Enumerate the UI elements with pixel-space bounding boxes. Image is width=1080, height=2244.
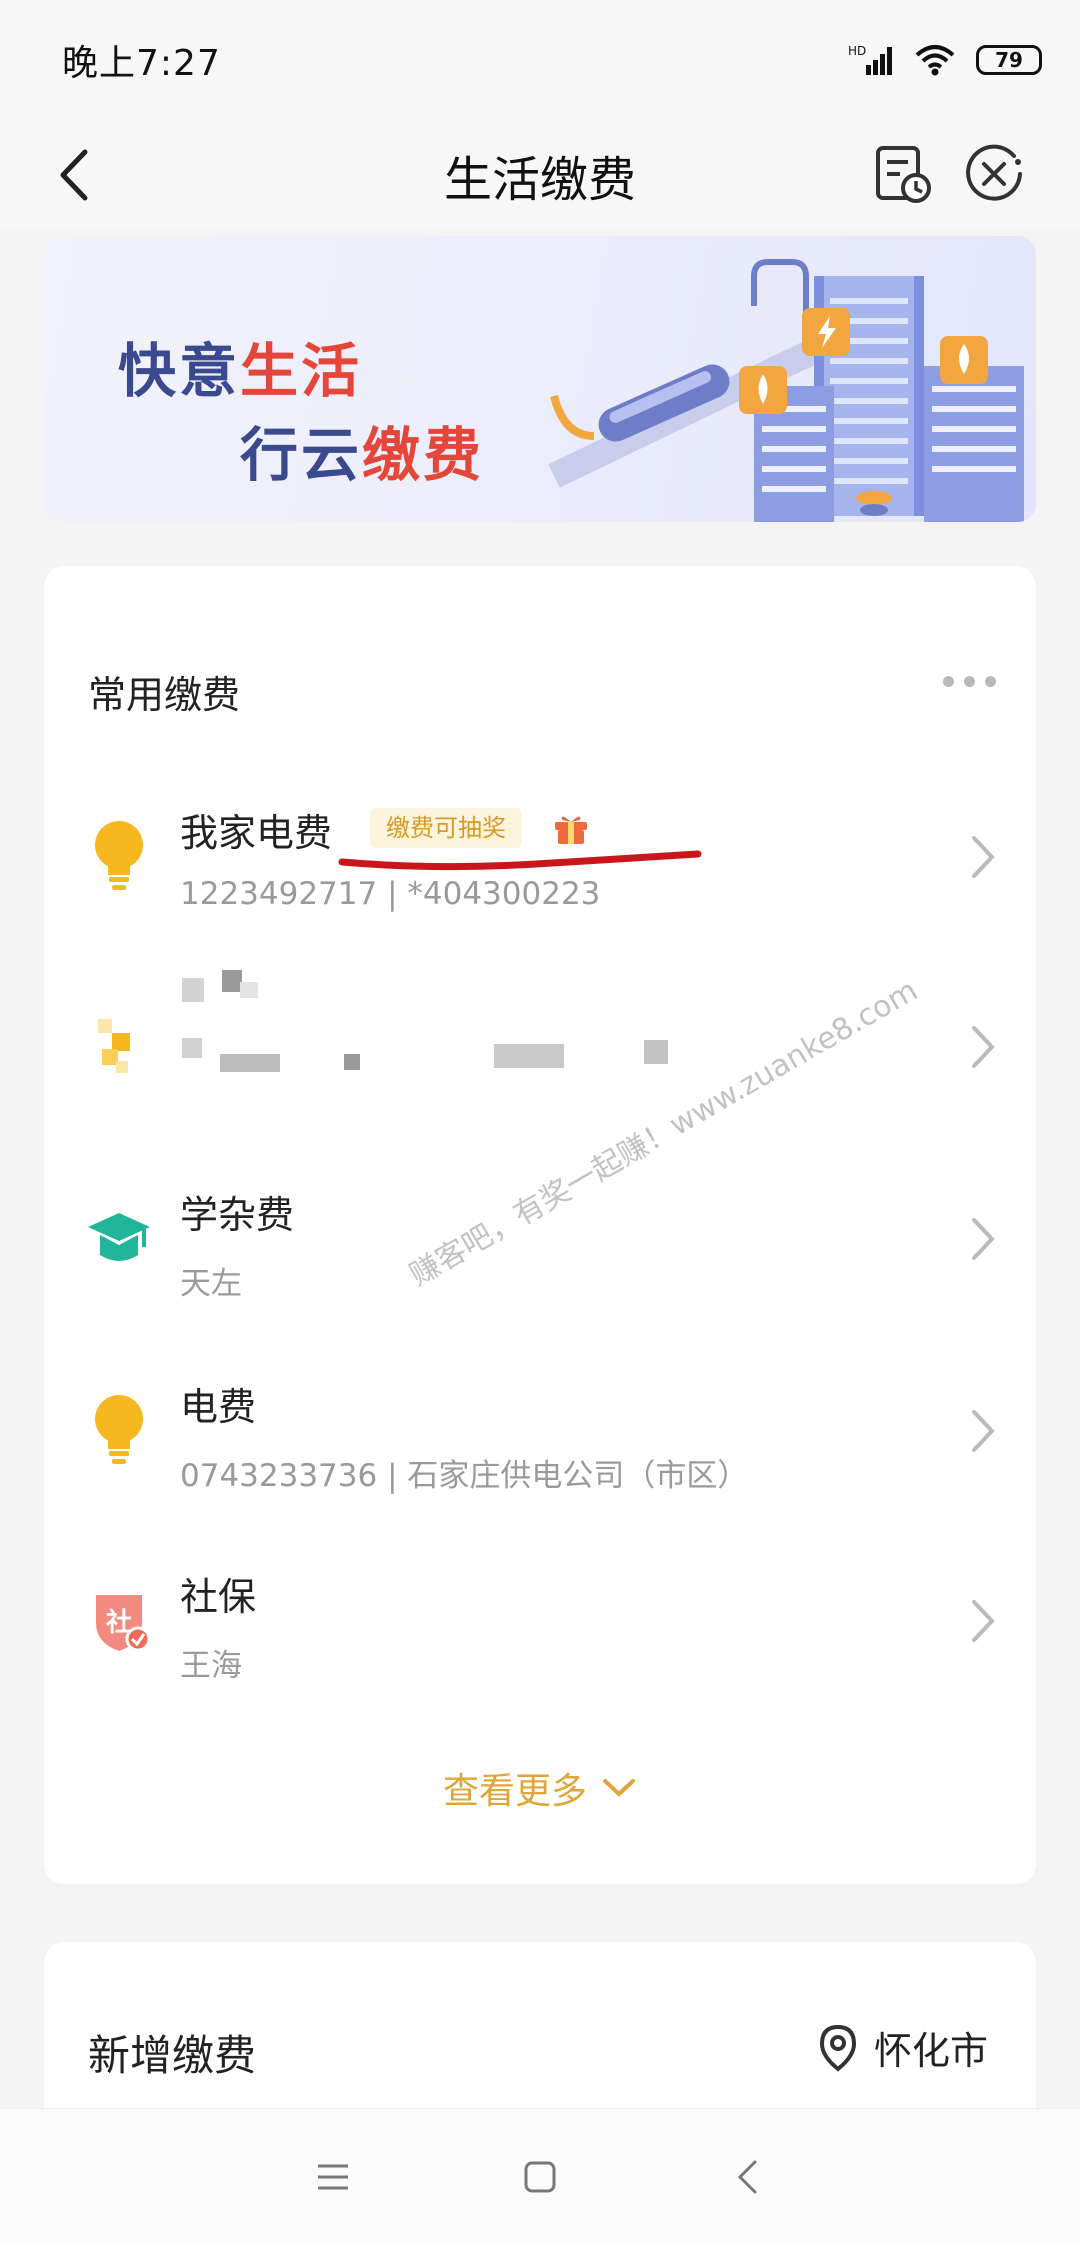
section-title-new: 新增缴费 <box>88 2031 257 2080</box>
svg-text:HD: HD <box>848 44 866 58</box>
banner-line1: 快意生活 <box>118 337 363 405</box>
location-pin-icon <box>819 2024 856 2072</box>
signal-icon: HD <box>848 44 892 75</box>
chevron-right-icon <box>972 1026 995 1068</box>
promo-banner[interactable]: 快意生活 行云缴费 <box>44 236 1036 522</box>
payment-name: 我家电费 <box>180 811 333 855</box>
section-title-common: 常用缴费 <box>88 673 241 717</box>
payment-item-home-electricity[interactable]: 我家电费 缴费可抽奖 1223492717 | *404300223 <box>44 764 1036 954</box>
lightbulb-icon <box>84 816 154 896</box>
nav-bar: 生活缴费 <box>0 120 1080 230</box>
menu-icon <box>318 2164 349 2189</box>
city-label: 怀化市 <box>873 2029 988 2073</box>
status-bar: 晚上7:27 HD 79 <box>0 0 1080 120</box>
more-options-button[interactable] <box>943 676 996 687</box>
chevron-right-icon <box>972 1410 995 1452</box>
page-title: 生活缴费 <box>443 152 636 208</box>
graduation-cap-icon <box>84 1198 154 1278</box>
city-selector[interactable]: 怀化市 <box>818 2020 988 2075</box>
payment-item-electricity[interactable]: 电费 0743233736 | 石家庄供电公司（市区） <box>44 1338 1036 1528</box>
home-square-icon <box>524 2161 556 2192</box>
see-more-label: 查看更多 <box>442 1771 587 1812</box>
payment-account-info: 天左 <box>180 1266 242 1302</box>
dot-icon <box>943 676 954 687</box>
lightbulb-icon <box>84 1390 154 1470</box>
payment-account-info: 0743233736 | 石家庄供电公司（市区） <box>180 1458 749 1494</box>
chevron-down-icon <box>603 1779 635 1797</box>
wifi-icon <box>915 45 955 76</box>
home-button[interactable] <box>510 2147 570 2207</box>
system-nav-bar <box>0 2108 1080 2244</box>
social-security-icon: 社 <box>84 1580 154 1660</box>
chevron-right-icon <box>972 1600 995 1642</box>
city-illustration <box>548 259 1024 522</box>
status-icons: HD 79 <box>848 43 1042 77</box>
dot-icon <box>985 676 996 687</box>
payment-name: 社保 <box>180 1575 257 1619</box>
close-miniprogram-button[interactable] <box>962 142 1026 206</box>
red-underline-annotation <box>338 850 702 871</box>
back-button[interactable] <box>44 142 104 208</box>
banner-line2: 行云缴费 <box>240 421 485 489</box>
chevron-right-icon <box>972 836 995 878</box>
dot-icon <box>964 676 975 687</box>
lottery-promo-badge: 缴费可抽奖 <box>370 808 522 848</box>
payment-account-info: 王海 <box>180 1648 242 1684</box>
payment-account-info: 1223492717 | *404300223 <box>180 876 601 912</box>
back-icon <box>60 149 88 201</box>
utility-icon <box>84 1006 154 1086</box>
system-back-button[interactable] <box>717 2147 777 2207</box>
back-triangle-icon <box>737 2160 757 2193</box>
gift-icon <box>555 816 587 844</box>
chevron-right-icon <box>972 1218 995 1260</box>
battery-indicator: 79 <box>976 45 1042 75</box>
close-miniprogram-icon <box>966 144 1022 201</box>
status-time: 晚上7:27 <box>62 43 221 84</box>
bill-history-button[interactable] <box>872 144 934 206</box>
see-more-button[interactable]: 查看更多 <box>44 1762 1036 1814</box>
payment-item-social-security[interactable]: 社 社保 王海 <box>44 1528 1036 1718</box>
payment-name: 学杂费 <box>180 1193 295 1237</box>
payment-name: 电费 <box>180 1385 257 1429</box>
bill-history-icon <box>876 146 931 203</box>
menu-button[interactable] <box>303 2147 363 2207</box>
